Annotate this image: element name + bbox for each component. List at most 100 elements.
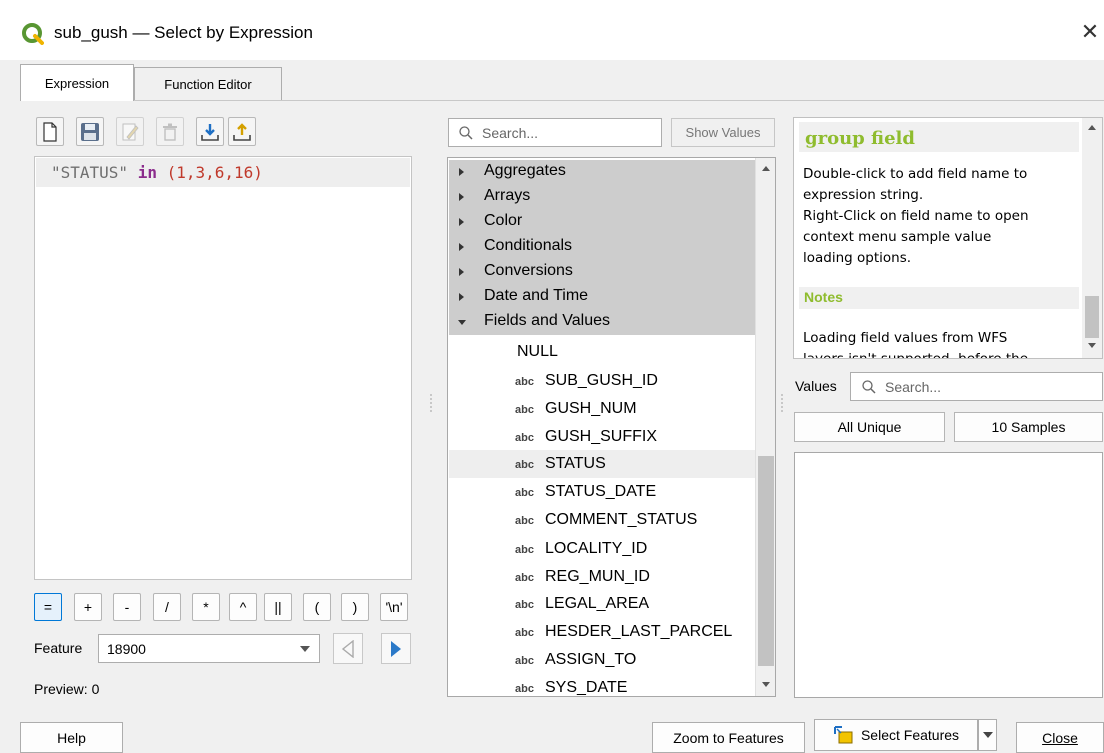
tree-item-label: REG_MUN_ID xyxy=(545,568,650,585)
help-scrollbar[interactable] xyxy=(1082,118,1102,358)
tree-item-null[interactable]: NULL xyxy=(449,338,755,366)
tree-group-aggregates[interactable]: Aggregates xyxy=(449,160,755,185)
scroll-up-icon[interactable] xyxy=(1088,125,1096,130)
preview-text: Preview: 0 xyxy=(34,681,100,697)
tree-item-label: GUSH_NUM xyxy=(545,400,637,417)
text-field-icon: abc xyxy=(515,515,534,527)
splitter-handle[interactable] xyxy=(781,394,783,412)
scroll-down-icon[interactable] xyxy=(1088,343,1096,348)
tree-field-status-date[interactable]: abc STATUS_DATE xyxy=(449,478,755,506)
all-unique-button[interactable]: All Unique xyxy=(794,412,945,442)
search-icon xyxy=(459,126,473,140)
tree-field-comment-status[interactable]: abc COMMENT_STATUS xyxy=(449,506,755,534)
tree-field-status[interactable]: abc STATUS xyxy=(449,450,755,478)
tree-field-locality-id[interactable]: abc LOCALITY_ID xyxy=(449,535,755,563)
tree-field-gush-num[interactable]: abc GUSH_NUM xyxy=(449,395,755,423)
expression-field-token: "STATUS" xyxy=(51,163,129,182)
help-button[interactable]: Help xyxy=(20,722,123,753)
tree-field-reg-mun-id[interactable]: abc REG_MUN_ID xyxy=(449,563,755,591)
tree-field-sys-date[interactable]: abc SYS_DATE xyxy=(449,674,755,696)
close-button[interactable]: Close xyxy=(1016,722,1104,753)
scrollbar-thumb[interactable] xyxy=(758,456,774,666)
text-field-icon: abc xyxy=(515,599,534,611)
operator-divide-button[interactable]: / xyxy=(153,593,181,621)
trash-icon xyxy=(163,123,177,141)
select-features-menu-button[interactable] xyxy=(978,719,997,751)
operator-newline-button[interactable]: '\n' xyxy=(380,593,408,621)
function-tree[interactable]: Aggregates Arrays Color Conditionals Con… xyxy=(447,157,776,697)
caret-right-icon xyxy=(459,268,464,276)
qgis-logo-icon xyxy=(22,23,44,45)
notes-title: Notes xyxy=(804,289,843,305)
operator-minus-button[interactable]: - xyxy=(113,593,141,621)
delete-expression-button[interactable] xyxy=(156,117,184,146)
expression-line[interactable]: "STATUS" in (1,3,6,16) xyxy=(36,158,410,187)
tree-group-color[interactable]: Color xyxy=(449,210,755,235)
tree-group-conversions[interactable]: Conversions xyxy=(449,260,755,285)
tree-field-legal-area[interactable]: abc LEGAL_AREA xyxy=(449,590,755,618)
notes-line: Loading field values from WFS xyxy=(803,330,1008,346)
ten-samples-button[interactable]: 10 Samples xyxy=(954,412,1103,442)
chevron-down-icon xyxy=(300,646,310,652)
operator-multiply-button[interactable]: * xyxy=(192,593,220,621)
save-icon xyxy=(81,122,99,141)
tree-group-label: Color xyxy=(484,212,523,229)
operator-equals-button[interactable]: = xyxy=(34,593,62,621)
tree-field-sub-gush-id[interactable]: abc SUB_GUSH_ID xyxy=(449,367,755,395)
tree-item-label: HESDER_LAST_PARCEL xyxy=(545,623,733,640)
tree-item-label: STATUS_DATE xyxy=(545,483,657,500)
search-placeholder: Search... xyxy=(482,125,539,141)
scrollbar-thumb[interactable] xyxy=(1085,296,1099,338)
save-expression-button[interactable] xyxy=(76,117,104,146)
scroll-down-icon[interactable] xyxy=(762,682,770,687)
new-expression-button[interactable] xyxy=(36,117,64,146)
tree-group-date-and-time[interactable]: Date and Time xyxy=(449,285,755,310)
caret-right-icon xyxy=(459,243,464,251)
tab-expression[interactable]: Expression xyxy=(20,64,134,101)
operator-close-paren-button[interactable]: ) xyxy=(341,593,369,621)
close-window-icon[interactable]: ✕ xyxy=(1078,18,1102,46)
values-list[interactable] xyxy=(794,452,1103,698)
feature-label: Feature xyxy=(34,640,83,656)
feature-select[interactable]: 18900 xyxy=(98,634,320,663)
tree-group-arrays[interactable]: Arrays xyxy=(449,185,755,210)
text-field-icon: abc xyxy=(515,459,534,471)
scroll-up-icon[interactable] xyxy=(762,166,770,171)
expression-editor[interactable]: "STATUS" in (1,3,6,16) xyxy=(34,156,412,580)
import-expression-button[interactable] xyxy=(196,117,224,146)
help-panel: group field Double-click to add field na… xyxy=(793,117,1103,359)
tree-field-gush-suffix[interactable]: abc GUSH_SUFFIX xyxy=(449,423,755,451)
values-search-input[interactable]: Search... xyxy=(850,372,1103,401)
expression-values-token: (1,3,6,16) xyxy=(166,163,263,182)
text-field-icon: abc xyxy=(515,572,534,584)
tree-field-assign-to[interactable]: abc ASSIGN_TO xyxy=(449,646,755,674)
help-title-bar: group field xyxy=(799,122,1079,152)
caret-right-icon xyxy=(459,168,464,176)
tree-item-label: LOCALITY_ID xyxy=(545,540,648,557)
tree-field-hesder-last-parcel[interactable]: abc HESDER_LAST_PARCEL xyxy=(449,618,755,646)
function-search-input[interactable]: Search... xyxy=(448,118,662,147)
operator-concat-button[interactable]: || xyxy=(264,593,292,621)
text-field-icon: abc xyxy=(515,376,534,388)
tree-group-label: Fields and Values xyxy=(484,312,610,329)
select-features-button[interactable]: Select Features xyxy=(814,719,978,751)
tree-scrollbar[interactable] xyxy=(755,158,775,696)
values-search-placeholder: Search... xyxy=(885,379,942,395)
tree-group-label: Arrays xyxy=(484,187,531,204)
tab-function-editor[interactable]: Function Editor xyxy=(134,67,282,100)
show-values-button[interactable]: Show Values xyxy=(671,118,775,147)
zoom-to-features-button[interactable]: Zoom to Features xyxy=(652,722,805,753)
triangle-right-icon xyxy=(391,640,401,657)
operator-open-paren-button[interactable]: ( xyxy=(303,593,331,621)
edit-expression-button[interactable] xyxy=(116,117,144,146)
tree-group-fields-and-values[interactable]: Fields and Values xyxy=(449,310,755,335)
text-field-icon: abc xyxy=(515,544,534,556)
previous-feature-button[interactable] xyxy=(333,633,363,664)
splitter-handle[interactable] xyxy=(430,394,432,412)
next-feature-button[interactable] xyxy=(381,633,411,664)
operator-power-button[interactable]: ^ xyxy=(229,593,257,621)
export-expression-button[interactable] xyxy=(228,117,256,146)
tree-group-conditionals[interactable]: Conditionals xyxy=(449,235,755,260)
operator-plus-button[interactable]: + xyxy=(74,593,102,621)
values-label: Values xyxy=(795,378,837,394)
